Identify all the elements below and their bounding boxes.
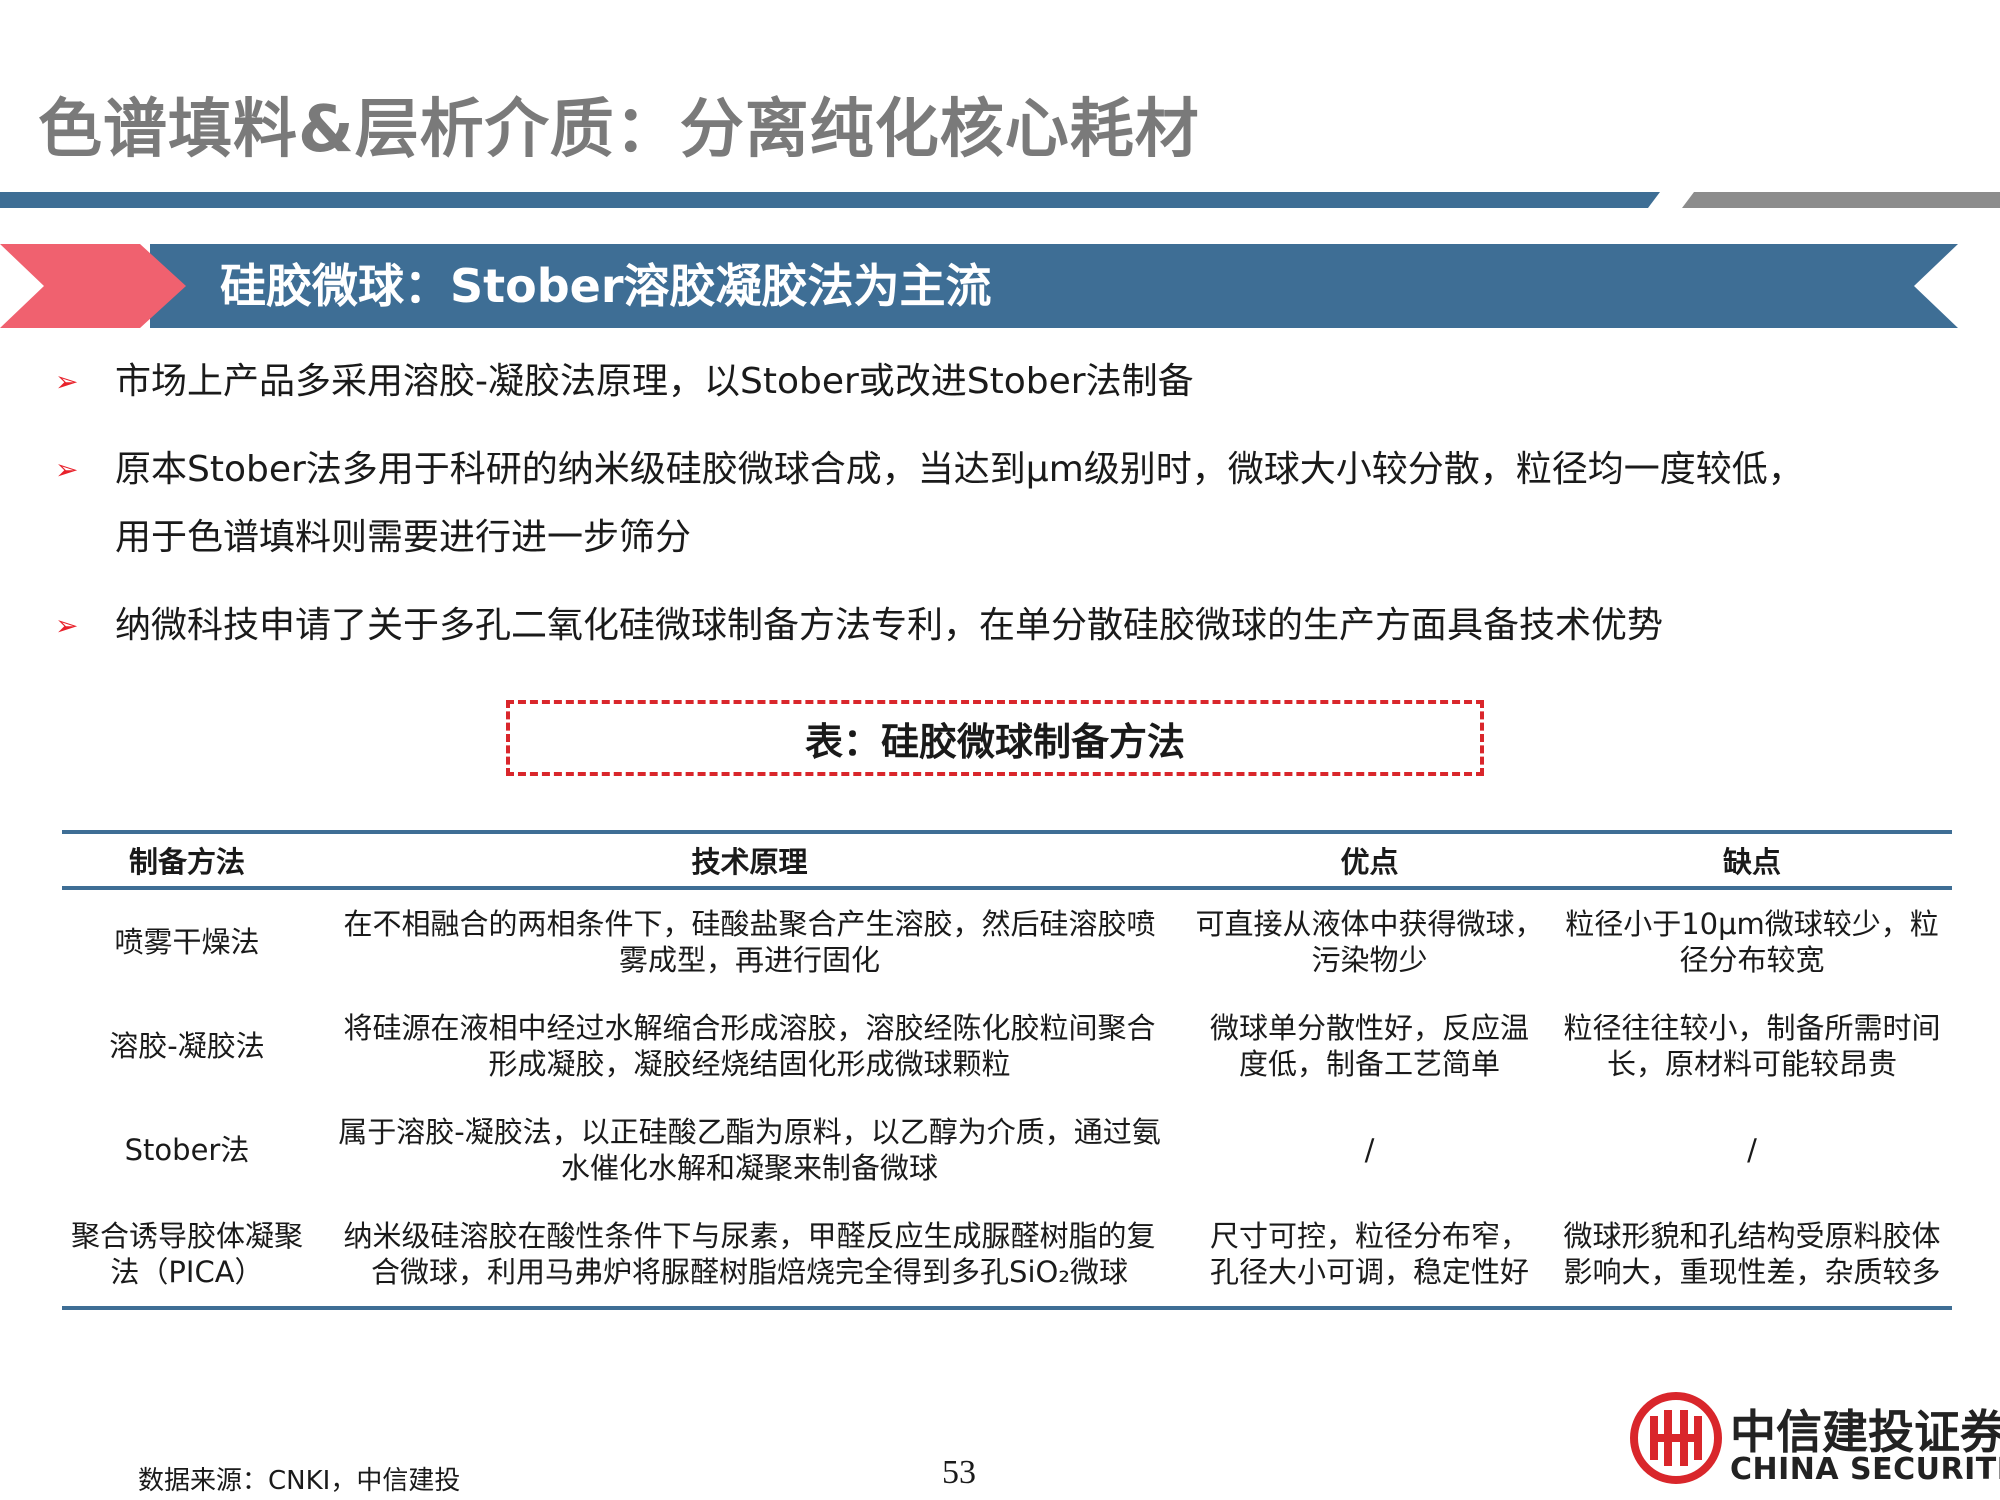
method-cell: 聚合诱导胶体凝聚 法（PICA） xyxy=(62,1202,312,1310)
page-title: 色谱填料&层析介质：分离纯化核心耗材 xyxy=(38,93,1200,167)
table-caption: 表：硅胶微球制备方法 xyxy=(804,719,1185,764)
table-row: 溶胶-凝胶法 将硅源在液相中经过水解缩合形成溶胶，溶胶经陈化胶粒间聚合 形成凝胶，… xyxy=(62,994,1952,1098)
table-caption-box: 表：硅胶微球制备方法 xyxy=(506,700,1484,776)
bullet-text: 原本Stober法多用于科研的纳米级硅胶微球合成，当达到μm级别时，微球大小较分… xyxy=(115,449,1804,490)
column-header-method: 制备方法 xyxy=(62,830,312,890)
bullet-item: ➢ 纳微科技申请了关于多孔二氧化硅微球制备方法专利，在单分散硅胶微球的生产方面具… xyxy=(55,592,1663,660)
cons-cell: 粒径往往较小，制备所需时间 长，原材料可能较昂贵 xyxy=(1563,1011,1941,1081)
method-cell: 喷雾干燥法 xyxy=(114,925,260,959)
bullet-item: ➢ 市场上产品多采用溶胶-凝胶法原理，以Stober或改进Stober法制备 xyxy=(55,348,1194,416)
table-header-row: 制备方法 技术原理 优点 缺点 xyxy=(62,830,1952,890)
bullet-text-continued: 用于色谱填料则需要进行进一步筛分 xyxy=(115,517,692,558)
principle-cell: 将硅源在液相中经过水解缩合形成溶胶，溶胶经陈化胶粒间聚合 形成凝胶，凝胶经烧结固化… xyxy=(343,1011,1156,1081)
data-source-note: 数据来源：CNKI，中信建投 xyxy=(138,1466,461,1496)
pros-cell: 可直接从液体中获得微球， 污染物少 xyxy=(1195,907,1544,977)
column-header-pros: 优点 xyxy=(1187,830,1552,890)
china-securities-logo-icon xyxy=(1630,1392,1722,1484)
cons-cell: 粒径小于10μm微球较少，粒 径分布较宽 xyxy=(1565,907,1939,977)
red-arrow-icon: ➢ xyxy=(55,609,79,642)
logo-name-en: CHINA SECURITIES xyxy=(1730,1452,2000,1487)
page-number: 53 xyxy=(942,1454,976,1491)
column-header-principle: 技术原理 xyxy=(312,830,1187,890)
method-cell: Stober法 xyxy=(124,1133,250,1167)
pros-cell: 微球单分散性好，反应温 度低，制备工艺简单 xyxy=(1209,1011,1529,1081)
red-arrow-icon: ➢ xyxy=(55,365,79,398)
pros-cell: 尺寸可控，粒径分布窄， 孔径大小可调，稳定性好 xyxy=(1187,1202,1552,1310)
section-title: 硅胶微球：Stober溶胶凝胶法为主流 xyxy=(220,259,992,313)
table-row: 聚合诱导胶体凝聚 法（PICA） 纳米级硅溶胶在酸性条件下与尿素，甲醛反应生成脲醛… xyxy=(62,1202,1952,1310)
table-row: 喷雾干燥法 在不相融合的两相条件下，硅酸盐聚合产生溶胶，然后硅溶胶喷 雾成型，再进… xyxy=(62,888,1952,994)
principle-cell: 属于溶胶-凝胶法，以正硅酸乙酯为原料，以乙醇为介质，通过氨 水催化水解和凝聚来制备… xyxy=(338,1115,1161,1185)
cons-cell: 微球形貌和孔结构受原料胶体 影响大，重现性差，杂质较多 xyxy=(1552,1202,1952,1310)
pros-cell: / xyxy=(1364,1133,1375,1167)
methods-table: 制备方法 技术原理 优点 缺点 喷雾干燥法 在不相融合的两相条件下，硅酸盐聚合产… xyxy=(62,830,1952,1310)
cons-cell: / xyxy=(1747,1133,1757,1167)
red-arrow-icon: ➢ xyxy=(55,453,79,486)
table-row: Stober法 属于溶胶-凝胶法，以正硅酸乙酯为原料，以乙醇为介质，通过氨 水催化… xyxy=(62,1098,1952,1202)
principle-cell: 在不相融合的两相条件下，硅酸盐聚合产生溶胶，然后硅溶胶喷 雾成型，再进行固化 xyxy=(343,907,1156,977)
column-header-cons: 缺点 xyxy=(1552,830,1952,890)
title-divider-bar xyxy=(0,192,2000,208)
bullet-item: ➢ 原本Stober法多用于科研的纳米级硅胶微球合成，当达到μm级别时，微球大小… xyxy=(55,436,1804,572)
bullet-text: 纳微科技申请了关于多孔二氧化硅微球制备方法专利，在单分散硅胶微球的生产方面具备技… xyxy=(115,605,1664,646)
bullet-text: 市场上产品多采用溶胶-凝胶法原理，以Stober或改进Stober法制备 xyxy=(115,361,1194,402)
method-cell: 溶胶-凝胶法 xyxy=(109,1029,265,1063)
principle-cell: 纳米级硅溶胶在酸性条件下与尿素，甲醛反应生成脲醛树脂的复 合微球，利用马弗炉将脲醛… xyxy=(312,1202,1187,1310)
